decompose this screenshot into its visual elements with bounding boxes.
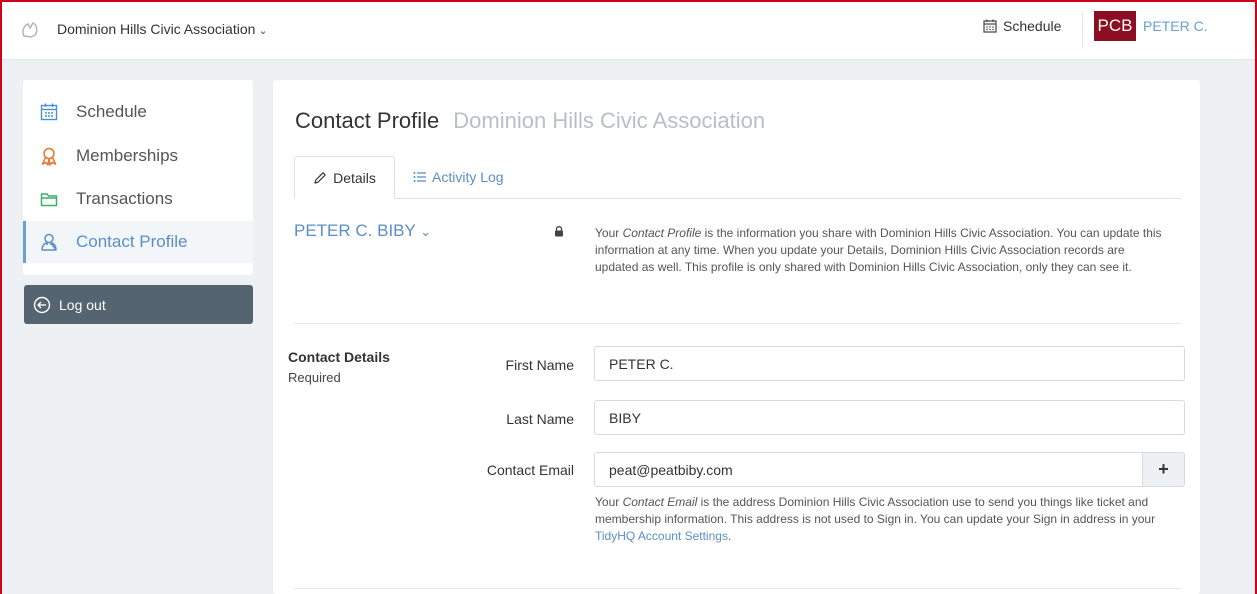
- calendar-icon: [40, 103, 58, 121]
- org-logo-icon: [22, 22, 38, 38]
- page-subtitle: Dominion Hills Civic Association: [453, 108, 766, 133]
- sidebar-item-contact-profile[interactable]: Contact Profile: [23, 221, 253, 263]
- sidebar: Schedule Memberships Transactions Contac…: [23, 80, 253, 275]
- sidebar-item-label: Memberships: [76, 146, 179, 165]
- email-field[interactable]: [594, 452, 1143, 487]
- person-switcher[interactable]: PETER C. BIBY ⌄: [294, 221, 431, 241]
- top-schedule-label: Schedule: [1003, 18, 1062, 34]
- sidebar-item-transactions[interactable]: Transactions: [23, 178, 253, 220]
- section-required-note: Required: [288, 370, 341, 385]
- help-emphasis: Contact Email: [622, 495, 698, 509]
- profile-desc-emphasis: Contact Profile: [622, 226, 702, 240]
- arrow-left-circle-icon: [33, 296, 51, 313]
- tab-activity-log[interactable]: Activity Log: [413, 169, 504, 185]
- person-name: PETER C. BIBY: [294, 221, 416, 240]
- lock-icon: [555, 226, 563, 237]
- main-panel: Contact Profile Dominion Hills Civic Asso…: [273, 80, 1200, 594]
- sidebar-item-label: Contact Profile: [76, 232, 188, 251]
- sidebar-item-label: Transactions: [76, 189, 173, 208]
- user-icon: [41, 233, 57, 251]
- org-switcher[interactable]: Dominion Hills Civic Association ⌄: [57, 21, 268, 37]
- help-text: .: [727, 529, 732, 543]
- tabs-divider: [294, 198, 1181, 199]
- add-email-button[interactable]: +: [1143, 452, 1185, 487]
- top-schedule-link[interactable]: Schedule: [983, 18, 1061, 34]
- email-help-text: Your Contact Email is the address Domini…: [595, 494, 1175, 545]
- list-icon: [413, 172, 426, 182]
- tab-label: Activity Log: [432, 169, 504, 185]
- top-divider: [1082, 12, 1083, 48]
- sidebar-item-memberships[interactable]: Memberships: [23, 135, 253, 177]
- section-title: Contact Details: [288, 349, 390, 365]
- sidebar-item-schedule[interactable]: Schedule: [23, 91, 253, 133]
- chevron-down-icon: ⌄: [258, 25, 268, 37]
- calendar-icon: [983, 19, 997, 33]
- help-text: Your: [595, 495, 623, 509]
- avatar[interactable]: PCB: [1094, 11, 1136, 41]
- top-bar: Dominion Hills Civic Association ⌄ Schedu…: [0, 0, 1257, 60]
- tab-label: Details: [333, 169, 376, 186]
- divider: [294, 588, 1181, 589]
- first-name-label: First Name: [505, 357, 574, 373]
- contact-email-label: Contact Email: [486, 462, 574, 478]
- pencil-icon: [314, 171, 326, 184]
- logout-label: Log out: [59, 296, 106, 313]
- account-settings-link[interactable]: TidyHQ Account Settings: [595, 529, 728, 543]
- sidebar-item-label: Schedule: [76, 102, 147, 121]
- page-title: Contact Profile Dominion Hills Civic Asso…: [295, 108, 765, 134]
- tab-details[interactable]: Details: [294, 156, 395, 199]
- first-name-field[interactable]: [594, 346, 1185, 381]
- divider: [294, 323, 1181, 324]
- ribbon-icon: [41, 147, 57, 166]
- page-title-text: Contact Profile: [295, 108, 440, 133]
- chevron-down-icon: ⌄: [420, 224, 432, 239]
- logout-button[interactable]: Log out: [24, 285, 253, 324]
- last-name-label: Last Name: [506, 411, 574, 427]
- org-name: Dominion Hills Civic Association: [57, 21, 256, 37]
- profile-description: Your Contact Profile is the information …: [595, 225, 1170, 276]
- user-menu[interactable]: PETER C.: [1143, 18, 1208, 34]
- profile-desc-text: Your: [595, 226, 623, 240]
- folder-icon: [40, 193, 58, 207]
- last-name-field[interactable]: [594, 400, 1185, 435]
